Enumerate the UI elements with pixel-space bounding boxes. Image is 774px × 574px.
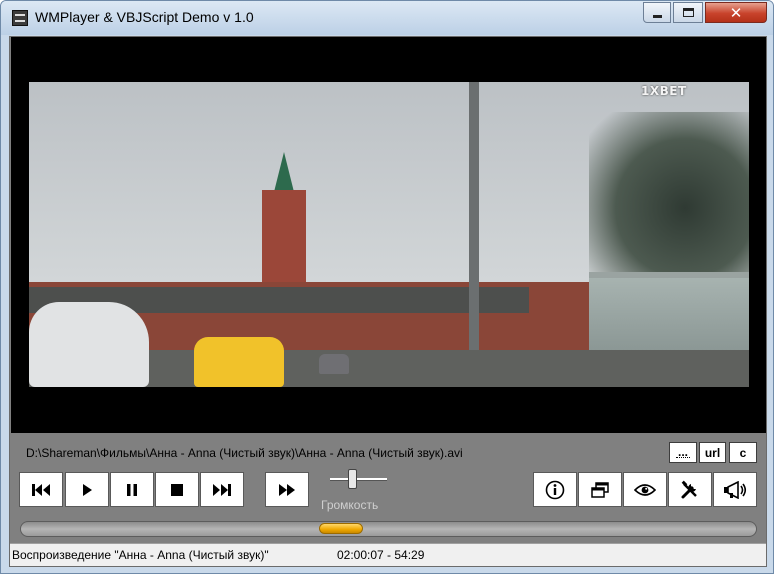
- windows-icon: [591, 481, 609, 498]
- close-icon: ✕: [729, 3, 743, 22]
- windows-button[interactable]: [578, 472, 622, 507]
- pause-button[interactable]: [110, 472, 154, 507]
- stop-icon: [171, 483, 183, 496]
- video-frame: 1XBET: [29, 82, 749, 387]
- previous-button[interactable]: [19, 472, 63, 507]
- eye-icon: [634, 483, 656, 496]
- tools-button[interactable]: [668, 472, 712, 507]
- megaphone-button[interactable]: [713, 472, 757, 507]
- minimize-button[interactable]: [643, 2, 671, 23]
- film-icon: [12, 10, 28, 26]
- fast-forward-button[interactable]: [265, 472, 309, 507]
- volume-label: Громкость: [321, 498, 379, 512]
- skip-back-icon: [32, 483, 50, 496]
- maximize-button[interactable]: [673, 2, 703, 23]
- status-text: Воспроизведение "Анна - Anna (Чистый зву…: [12, 548, 269, 562]
- app-window: WMPlayer & VBJScript Demo v 1.0 ✕ 1XBET …: [0, 0, 774, 574]
- info-button[interactable]: [533, 472, 577, 507]
- browse-label: ...: [675, 445, 690, 459]
- player-panel: 1XBET D:\Shareman\Фильмы\Анна - Anna (Чи…: [9, 36, 767, 567]
- title-bar[interactable]: WMPlayer & VBJScript Demo v 1.0 ✕: [1, 1, 773, 35]
- play-icon: [83, 483, 92, 496]
- seek-thumb[interactable]: [319, 523, 363, 534]
- video-watermark: 1XBET: [641, 84, 687, 98]
- volume-slider[interactable]: [330, 469, 387, 489]
- status-bar: Воспроизведение "Анна - Anna (Чистый зву…: [10, 543, 766, 566]
- url-button[interactable]: url: [699, 442, 726, 463]
- minimize-icon: [652, 14, 662, 18]
- stop-button[interactable]: [155, 472, 199, 507]
- status-time: 02:00:07 - 54:29: [337, 548, 425, 562]
- info-icon: [545, 480, 565, 499]
- video-area[interactable]: 1XBET: [11, 37, 766, 433]
- browse-button[interactable]: ...: [669, 442, 697, 463]
- close-button[interactable]: ✕: [705, 2, 767, 23]
- volume-thumb[interactable]: [348, 469, 357, 489]
- tools-icon: [681, 480, 697, 498]
- megaphone-icon: [724, 480, 747, 499]
- window-title: WMPlayer & VBJScript Demo v 1.0: [35, 9, 254, 25]
- play-button[interactable]: [65, 472, 109, 507]
- next-button[interactable]: [200, 472, 244, 507]
- c-button[interactable]: c: [729, 442, 757, 463]
- pause-icon: [127, 483, 137, 496]
- volume-track: [330, 478, 387, 481]
- eye-button[interactable]: [623, 472, 667, 507]
- fast-forward-icon: [279, 483, 295, 496]
- file-path: D:\Shareman\Фильмы\Анна - Anna (Чистый з…: [26, 446, 463, 460]
- seek-bar[interactable]: [20, 521, 757, 537]
- skip-forward-icon: [213, 483, 231, 496]
- maximize-icon: [682, 8, 694, 17]
